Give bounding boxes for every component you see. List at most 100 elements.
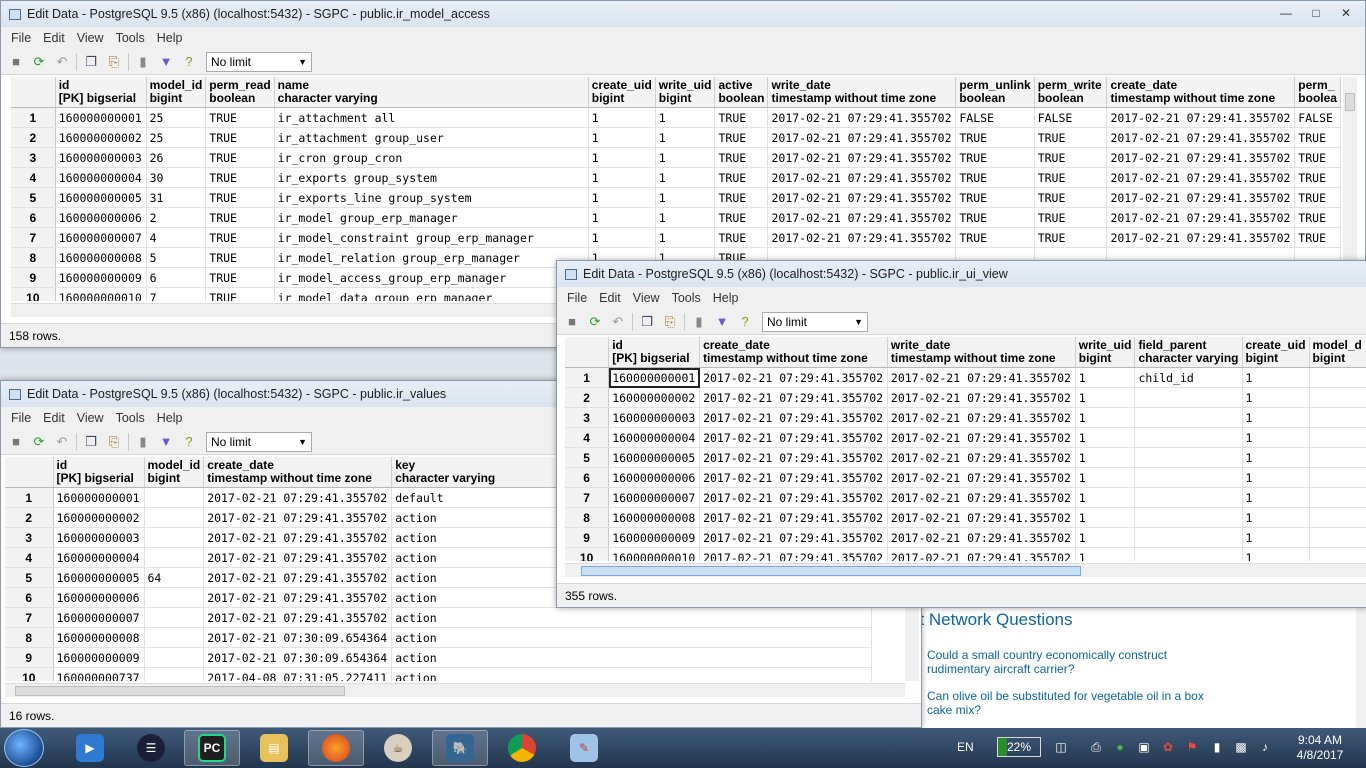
- table-cell[interactable]: [144, 507, 205, 528]
- table-cell[interactable]: TRUE: [955, 187, 1035, 208]
- refresh-icon[interactable]: ⟳: [30, 53, 48, 71]
- table-cell[interactable]: action: [391, 627, 873, 648]
- row-number[interactable]: 6: [5, 587, 54, 608]
- table-cell[interactable]: [144, 587, 205, 608]
- table-cell[interactable]: 1: [1242, 427, 1310, 448]
- table-cell[interactable]: 1: [655, 167, 716, 188]
- column-header[interactable]: create_date timestamp without time zone: [203, 457, 393, 488]
- taskbar-app[interactable]: 🐘: [432, 730, 488, 766]
- table-cell[interactable]: ir_attachment group_user: [274, 127, 589, 148]
- table-cell[interactable]: ir_cron group_cron: [274, 147, 589, 168]
- table-cell[interactable]: [1309, 407, 1366, 428]
- table-cell[interactable]: 2017-02-21 07:30:09.654364: [203, 647, 393, 668]
- app-tray-icon[interactable]: ▣: [1137, 740, 1151, 754]
- table-cell[interactable]: 2017-02-21 07:29:41.355702: [767, 227, 957, 248]
- table-cell[interactable]: TRUE: [1294, 227, 1341, 248]
- table-cell[interactable]: 1: [588, 227, 656, 248]
- column-header[interactable]: write_uid bigint: [1075, 337, 1136, 368]
- table-cell[interactable]: 26: [146, 147, 207, 168]
- table-cell[interactable]: 160000000006: [55, 207, 147, 228]
- table-cell[interactable]: 2017-02-21 07:29:41.355702: [203, 507, 393, 528]
- table-cell[interactable]: TRUE: [1294, 147, 1341, 168]
- table-cell[interactable]: 2017-02-21 07:29:41.355702: [203, 547, 393, 568]
- column-header[interactable]: active boolean: [714, 77, 769, 108]
- table-cell[interactable]: TRUE: [714, 227, 769, 248]
- row-number[interactable]: 2: [5, 507, 54, 528]
- table-cell[interactable]: TRUE: [205, 227, 275, 248]
- table-cell[interactable]: 1: [655, 187, 716, 208]
- menu-tools[interactable]: Tools: [110, 411, 151, 425]
- table-cell[interactable]: TRUE: [1034, 127, 1108, 148]
- table-cell[interactable]: 1: [588, 187, 656, 208]
- table-cell[interactable]: 1: [1242, 487, 1310, 508]
- table-cell[interactable]: 160000000003: [608, 407, 701, 428]
- table-row[interactable]: 3 160000000003 2017-02-21 07:29:41.355702 2…: [565, 407, 1366, 428]
- language-indicator[interactable]: EN: [957, 740, 974, 754]
- table-cell[interactable]: [1309, 447, 1366, 468]
- menu-help[interactable]: Help: [151, 31, 189, 45]
- row-number[interactable]: 9: [11, 267, 56, 288]
- table-cell[interactable]: TRUE: [714, 147, 769, 168]
- table-cell[interactable]: 1: [1075, 467, 1136, 488]
- table-cell[interactable]: 2017-02-21 07:29:41.355702: [1106, 207, 1296, 228]
- table-cell[interactable]: 2017-02-21 07:29:41.355702: [699, 447, 888, 468]
- grid-corner[interactable]: [565, 337, 610, 368]
- table-cell[interactable]: 1: [1075, 547, 1136, 561]
- table-row[interactable]: 2 160000000002 2017-02-21 07:29:41.355702 2…: [565, 387, 1366, 408]
- row-number[interactable]: 4: [565, 427, 610, 448]
- table-cell[interactable]: 160000000010: [608, 547, 701, 561]
- table-cell[interactable]: [1134, 507, 1243, 528]
- column-header[interactable]: write_uid bigint: [655, 77, 716, 108]
- row-number[interactable]: 9: [565, 527, 610, 548]
- table-cell[interactable]: TRUE: [955, 207, 1035, 228]
- paste-icon[interactable]: ⎘: [105, 433, 123, 451]
- horizontal-scrollbar[interactable]: [11, 303, 557, 317]
- table-cell[interactable]: 2017-02-21 07:29:41.355702: [699, 367, 888, 388]
- scroll-thumb[interactable]: [581, 566, 1081, 576]
- table-row[interactable]: 8 160000000008 2017-02-21 07:30:09.654364 a…: [5, 627, 873, 648]
- table-cell[interactable]: 160000000003: [55, 147, 147, 168]
- table-cell[interactable]: 1: [1242, 367, 1310, 388]
- table-cell[interactable]: TRUE: [205, 107, 275, 128]
- table-cell[interactable]: 2017-02-21 07:29:41.355702: [887, 387, 1076, 408]
- table-cell[interactable]: 25: [146, 127, 207, 148]
- column-header[interactable]: id [PK] bigserial: [53, 457, 145, 488]
- table-cell[interactable]: 1: [1075, 487, 1136, 508]
- table-cell[interactable]: ir_model_relation group_erp_manager: [274, 247, 589, 268]
- printer-icon[interactable]: ⎙: [1089, 740, 1103, 754]
- table-cell[interactable]: [1134, 547, 1243, 561]
- table-cell[interactable]: 160000000007: [608, 487, 701, 508]
- row-number[interactable]: 1: [5, 487, 54, 508]
- undo-icon[interactable]: ↶: [609, 313, 627, 331]
- column-header[interactable]: perm_unlink boolean: [955, 77, 1035, 108]
- column-header[interactable]: perm_write boolean: [1034, 77, 1108, 108]
- table-cell[interactable]: TRUE: [955, 147, 1035, 168]
- table-cell[interactable]: 2017-02-21 07:29:41.355702: [767, 127, 957, 148]
- menu-help[interactable]: Help: [707, 291, 745, 305]
- table-cell[interactable]: [1309, 507, 1366, 528]
- table-cell[interactable]: [1309, 467, 1366, 488]
- maximize-icon[interactable]: □: [1301, 3, 1331, 23]
- menu-edit[interactable]: Edit: [37, 411, 71, 425]
- table-cell[interactable]: 160000000006: [608, 467, 701, 488]
- table-cell[interactable]: 2017-02-21 07:29:41.355702: [1106, 107, 1296, 128]
- table-cell[interactable]: 2017-02-21 07:29:41.355702: [887, 427, 1076, 448]
- table-cell[interactable]: TRUE: [714, 167, 769, 188]
- table-cell[interactable]: 1: [1242, 547, 1310, 561]
- close-icon[interactable]: ✕: [1331, 3, 1361, 23]
- table-cell[interactable]: 1: [1242, 447, 1310, 468]
- row-number[interactable]: 9: [5, 647, 54, 668]
- row-number[interactable]: 1: [11, 107, 56, 128]
- table-cell[interactable]: TRUE: [205, 247, 275, 268]
- taskbar-app[interactable]: [308, 730, 364, 766]
- row-number[interactable]: 2: [11, 127, 56, 148]
- table-cell[interactable]: TRUE: [205, 207, 275, 228]
- row-number[interactable]: 6: [11, 207, 56, 228]
- horizontal-scrollbar[interactable]: [565, 563, 1366, 577]
- table-cell[interactable]: 2017-02-21 07:29:41.355702: [887, 527, 1076, 548]
- table-cell[interactable]: FALSE: [1034, 107, 1108, 128]
- delete-icon[interactable]: ▮: [134, 433, 152, 451]
- column-header[interactable]: perm_ boolea: [1294, 77, 1341, 108]
- table-cell[interactable]: 2017-02-21 07:29:41.355702: [203, 607, 393, 628]
- table-cell[interactable]: TRUE: [1034, 147, 1108, 168]
